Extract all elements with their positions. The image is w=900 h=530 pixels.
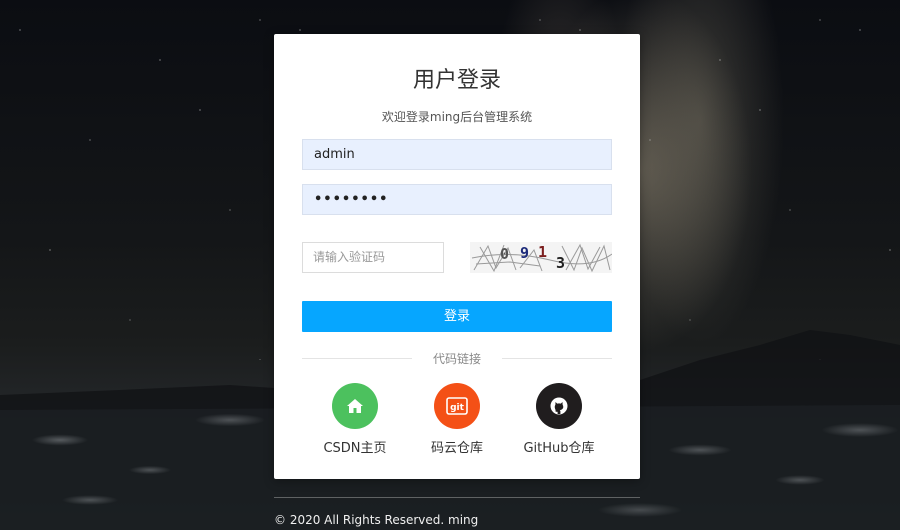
footer-copyright: © 2020 All Rights Reserved. ming bbox=[274, 513, 479, 527]
captcha-input[interactable]: 请输入验证码 bbox=[302, 242, 444, 273]
captcha-image[interactable]: 0 9 1 3 bbox=[470, 242, 612, 273]
csdn-link[interactable]: CSDN主页 bbox=[305, 383, 405, 456]
home-icon bbox=[347, 399, 363, 413]
csdn-label[interactable]: CSDN主页 bbox=[305, 437, 405, 456]
login-card: 用户登录 欢迎登录ming后台管理系统 admin •••••••• 请输入验证… bbox=[274, 34, 640, 479]
password-input[interactable]: •••••••• bbox=[302, 184, 612, 215]
github-label[interactable]: GitHub仓库 bbox=[509, 437, 609, 456]
divider-line-right bbox=[502, 358, 612, 359]
gitee-link[interactable]: git 码云仓库 bbox=[407, 383, 507, 456]
svg-text:git: git bbox=[450, 403, 465, 413]
captcha-char-1: 9 bbox=[520, 244, 529, 262]
login-button[interactable]: 登录 bbox=[302, 301, 612, 332]
login-subtitle: 欢迎登录ming后台管理系统 bbox=[381, 110, 533, 124]
github-circle[interactable] bbox=[536, 383, 582, 429]
captcha-char-0: 0 bbox=[500, 245, 509, 263]
captcha-char-3: 3 bbox=[556, 254, 565, 272]
links-divider: 代码链接 bbox=[302, 350, 612, 366]
csdn-circle[interactable] bbox=[332, 383, 378, 429]
username-input[interactable]: admin bbox=[302, 139, 612, 170]
login-title: 用户登录 bbox=[412, 68, 501, 93]
gitee-label[interactable]: 码云仓库 bbox=[407, 437, 507, 456]
footer-divider bbox=[274, 497, 640, 498]
github-icon bbox=[550, 397, 568, 415]
gitee-circle[interactable]: git bbox=[434, 383, 480, 429]
github-link[interactable]: GitHub仓库 bbox=[509, 383, 609, 456]
captcha-char-2: 1 bbox=[538, 243, 547, 261]
git-icon: git bbox=[446, 397, 468, 415]
